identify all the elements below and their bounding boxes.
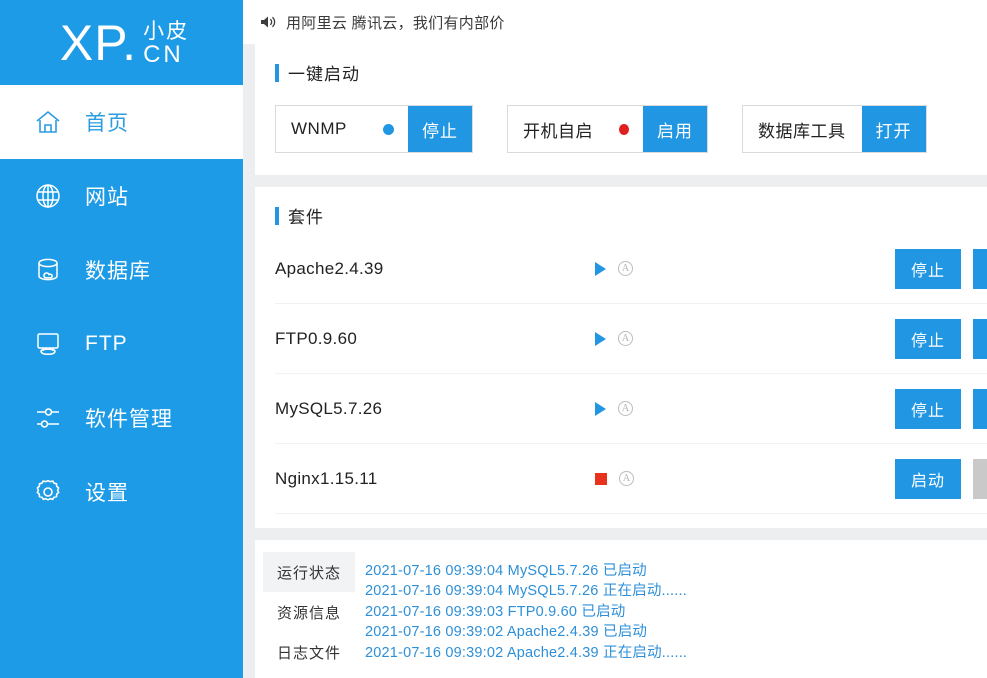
suite-name: FTP0.9.60 [275, 329, 595, 349]
log-tab[interactable]: 运行状态 [263, 552, 355, 592]
log-line: 2021-07-16 09:39:02 Apache2.4.39 已启动 [365, 622, 987, 642]
sidebar-item-settings[interactable]: 设置 [0, 455, 243, 529]
log-line: 2021-07-16 09:39:02 Apache2.4.39 正在启动...… [365, 643, 987, 663]
app-window: XP. 小皮 CN 首页 [0, 0, 987, 678]
autostart-toggle-icon[interactable]: A [618, 261, 633, 276]
database-icon [33, 255, 63, 285]
sidebar: XP. 小皮 CN 首页 [0, 0, 243, 678]
sidebar-item-website[interactable]: 网站 [0, 159, 243, 233]
table-row: Nginx1.15.11 A 启动重启配置 [275, 444, 987, 514]
suite-header: 套件 [275, 203, 987, 228]
suite-status: A [595, 331, 895, 346]
quick-label-text: 开机自启 [523, 117, 593, 142]
suite-row-list: Apache2.4.39A停止重启配置FTP0.9.60A停止重启配置MySQL… [275, 234, 987, 514]
logo-xiaopi-text: 小皮 [143, 21, 189, 42]
sidebar-item-label: 首页 [85, 107, 129, 137]
window-title: 用阿里云 腾讯云，我们有内部价 [286, 12, 987, 33]
table-row: MySQL5.7.26 A 停止重启配置 [275, 374, 987, 444]
sidebar-item-label: 网站 [85, 181, 129, 211]
log-line: 2021-07-16 09:39:04 MySQL5.7.26 已启动 [365, 561, 987, 581]
log-line: 2021-07-16 09:39:03 FTP0.9.60 已启动 [365, 602, 987, 622]
suite-actions: 启动重启配置 [895, 459, 987, 499]
suite-name: Apache2.4.39 [275, 259, 595, 279]
suite-action-button[interactable]: 停止 [895, 389, 961, 429]
quick-label-text: 数据库工具 [758, 117, 846, 142]
quick-group-autostart: 开机自启 启用 [507, 105, 708, 153]
suite-action-button[interactable]: 重启 [973, 389, 987, 429]
quick-group-label: 数据库工具 [743, 106, 862, 152]
quick-label-text: WNMP [291, 119, 347, 139]
sidebar-item-ftp[interactable]: FTP [0, 307, 243, 381]
suite-panel: 套件 Apache2.4.39A停止重启配置FTP0.9.60A停止重启配置My… [255, 187, 987, 528]
suite-action-button: 重启 [973, 459, 987, 499]
suite-action-button[interactable]: 启动 [895, 459, 961, 499]
main-area: 用阿里云 腾讯云，我们有内部价 一键启动 [243, 0, 987, 678]
status-dot-disabled [619, 124, 629, 135]
section-title: 一键启动 [288, 60, 360, 85]
quick-group-label: WNMP [276, 106, 408, 152]
logo-xp-text: XP. [60, 18, 137, 68]
log-tab[interactable]: 资源信息 [263, 592, 355, 632]
status-running-icon [595, 262, 606, 276]
suite-action-button[interactable]: 重启 [973, 249, 987, 289]
suite-status: A [595, 471, 895, 486]
log-output: 清空 2021-07-16 09:39:04 MySQL5.7.26 已启动20… [355, 552, 987, 678]
dbtool-open-button[interactable]: 打开 [862, 106, 926, 152]
suite-actions: 停止重启配置 [895, 249, 987, 289]
quick-group-wnmp: WNMP 停止 [275, 105, 473, 153]
sidebar-item-label: 设置 [85, 477, 129, 507]
sliders-icon [33, 403, 63, 433]
sidebar-item-database[interactable]: 数据库 [0, 233, 243, 307]
logo-cn-text: CN [143, 43, 189, 67]
title-bar: 用阿里云 腾讯云，我们有内部价 [243, 0, 987, 44]
speaker-icon [257, 12, 277, 32]
quick-group-label: 开机自启 [508, 106, 643, 152]
logo-secondary: 小皮 CN [143, 21, 189, 67]
log-panel: 运行状态资源信息日志文件 清空 2021-07-16 09:39:04 MySQ… [255, 540, 987, 678]
status-dot-running [383, 124, 394, 135]
suite-actions: 停止重启配置 [895, 389, 987, 429]
status-stopped-icon [595, 473, 607, 485]
gear-icon [33, 477, 63, 507]
suite-actions: 停止重启配置 [895, 319, 987, 359]
autostart-toggle-icon[interactable]: A [619, 471, 634, 486]
log-tab[interactable]: 日志文件 [263, 632, 355, 672]
quick-start-header: 一键启动 [275, 60, 987, 85]
home-icon [33, 107, 63, 137]
quick-start-panel: 一键启动 WNMP 停止 开机自启 [255, 44, 987, 175]
suite-name: MySQL5.7.26 [275, 399, 595, 419]
log-tab-list: 运行状态资源信息日志文件 [255, 552, 355, 678]
wnmp-stop-button[interactable]: 停止 [408, 106, 472, 152]
content-area: 一键启动 WNMP 停止 开机自启 [243, 44, 987, 678]
sidebar-item-label: 数据库 [85, 255, 151, 285]
autostart-toggle-icon[interactable]: A [618, 401, 633, 416]
status-running-icon [595, 402, 606, 416]
log-line: 2021-07-16 09:39:04 MySQL5.7.26 正在启动....… [365, 581, 987, 601]
section-accent-bar [275, 64, 279, 82]
globe-icon [33, 181, 63, 211]
app-logo: XP. 小皮 CN [0, 0, 243, 85]
table-row: Apache2.4.39 A 停止重启配置 [275, 234, 987, 304]
status-running-icon [595, 332, 606, 346]
quick-group-dbtool: 数据库工具 打开 [742, 105, 927, 153]
log-line-list: 2021-07-16 09:39:04 MySQL5.7.26 已启动2021-… [365, 561, 987, 663]
section-title: 套件 [288, 203, 324, 228]
autostart-toggle-icon[interactable]: A [618, 331, 633, 346]
sidebar-item-home[interactable]: 首页 [0, 85, 243, 159]
autostart-enable-button[interactable]: 启用 [643, 106, 707, 152]
sidebar-nav: 首页 网站 [0, 85, 243, 529]
suite-action-button[interactable]: 停止 [895, 249, 961, 289]
sidebar-item-software-manage[interactable]: 软件管理 [0, 381, 243, 455]
suite-action-button[interactable]: 重启 [973, 319, 987, 359]
quick-start-groups: WNMP 停止 开机自启 启用 数据库工 [275, 105, 987, 153]
sidebar-item-label: 软件管理 [85, 403, 173, 433]
monitor-icon [33, 329, 63, 359]
section-accent-bar [275, 207, 279, 225]
suite-status: A [595, 401, 895, 416]
suite-name: Nginx1.15.11 [275, 469, 595, 489]
suite-action-button[interactable]: 停止 [895, 319, 961, 359]
sidebar-item-label: FTP [85, 332, 128, 356]
table-row: FTP0.9.60 A 停止重启配置 [275, 304, 987, 374]
suite-status: A [595, 261, 895, 276]
